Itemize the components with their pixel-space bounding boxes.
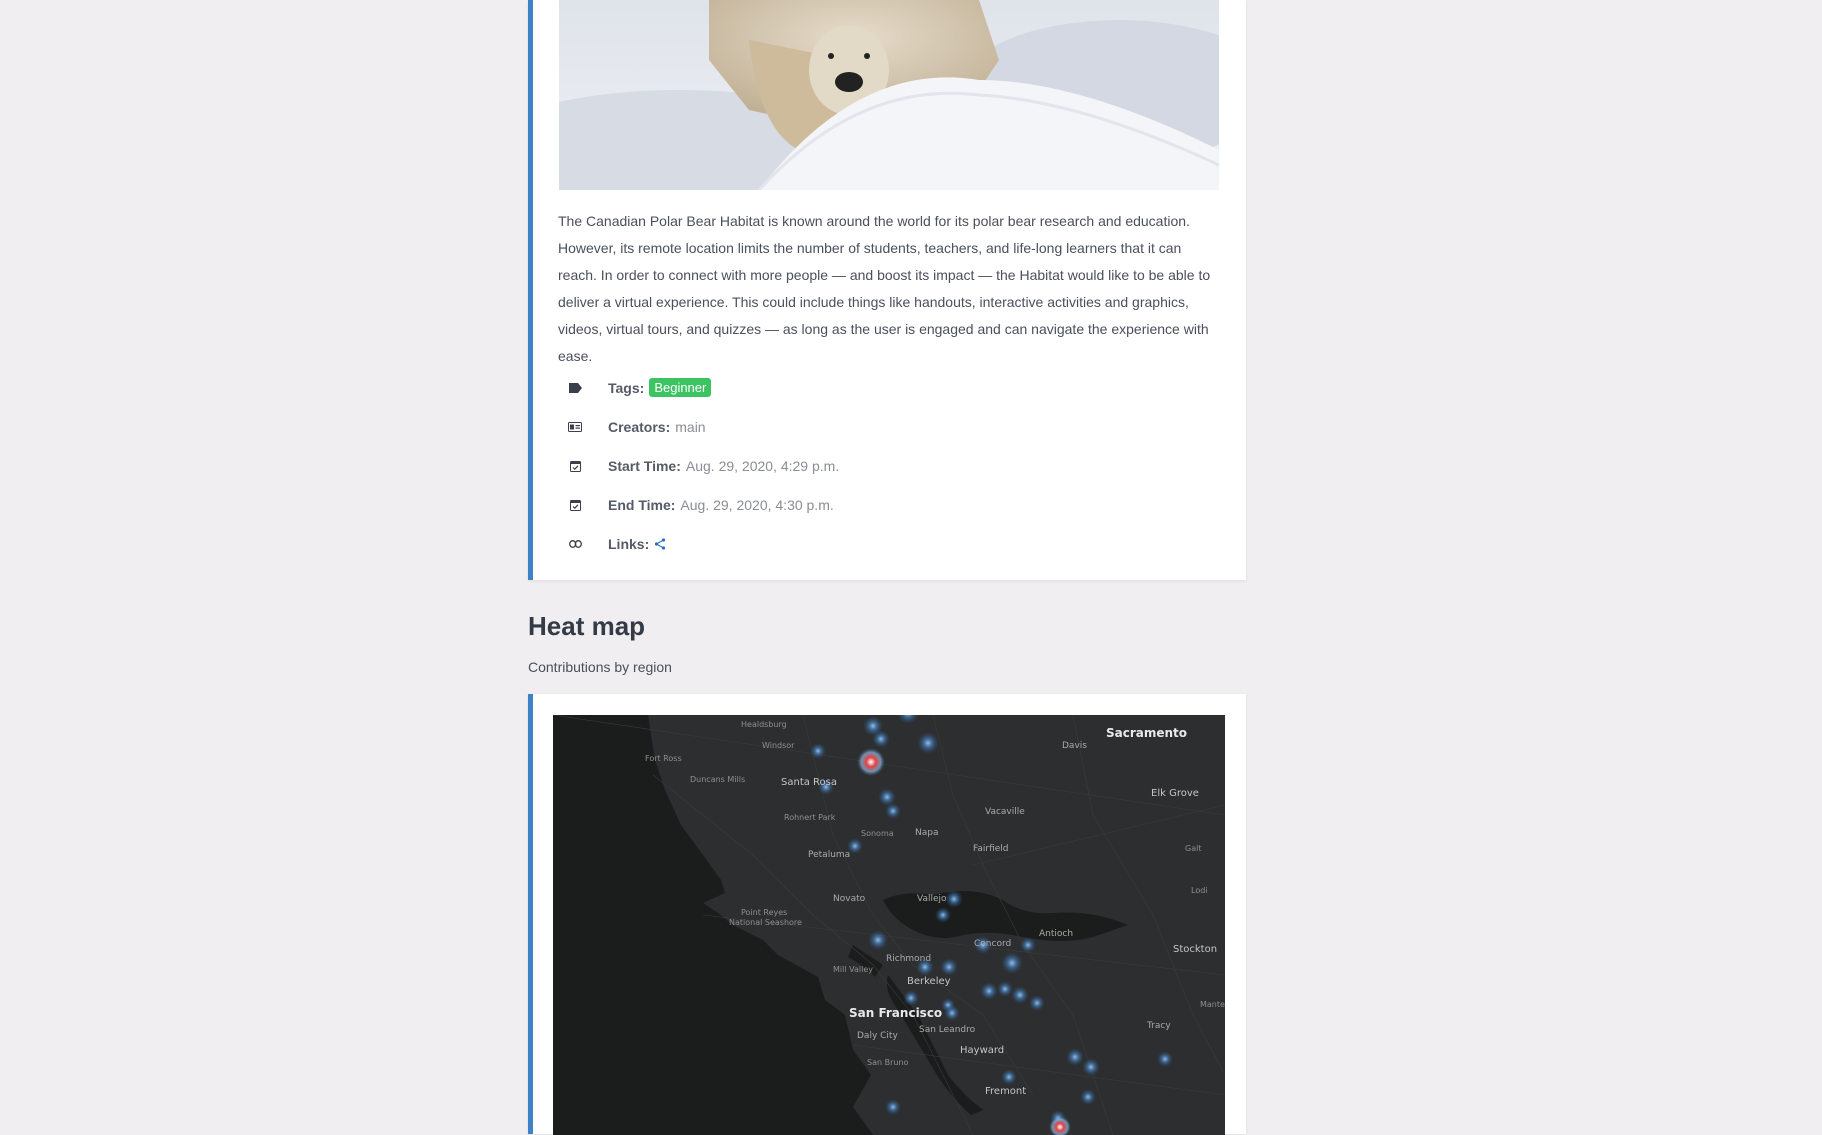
map-label-windsor: Windsor: [762, 741, 795, 750]
map-label-healdsburg: Healdsburg: [741, 720, 787, 729]
map-label-mill-valley: Mill Valley: [833, 965, 873, 974]
map-label-san-francisco: San Francisco: [849, 1006, 943, 1020]
link-icon: [566, 537, 584, 551]
heatmap-map[interactable]: Healdsburg Windsor Fort Ross Duncans Mil…: [553, 715, 1225, 1135]
heatmap-subtitle: Contributions by region: [528, 659, 672, 675]
heatmap-title: Heat map: [528, 611, 646, 641]
start-time-label: Start Time:: [608, 457, 681, 474]
id-card-icon: [566, 420, 584, 434]
map-label-hayward: Hayward: [960, 1045, 1005, 1056]
calendar-check-icon: [566, 459, 584, 473]
meta-start-time: Start Time: Aug. 29, 2020, 4:29 p.m.: [566, 446, 839, 485]
end-time-label: End Time:: [608, 496, 676, 513]
map-label-sacramento: Sacramento: [1106, 726, 1188, 740]
map-label-sonoma: Sonoma: [861, 829, 894, 838]
map-label-tracy: Tracy: [1147, 1021, 1171, 1031]
map-label-antioch: Antioch: [1039, 929, 1074, 939]
tag-icon: [566, 381, 584, 395]
share-icon[interactable]: [654, 537, 666, 550]
map-label-national-seashore: National Seashore: [729, 918, 802, 927]
creators-label: Creators:: [608, 418, 671, 435]
event-description: The Canadian Polar Bear Habitat is known…: [558, 213, 1211, 364]
meta-creators: Creators: main: [566, 407, 839, 446]
meta-tags: Tags: Beginner: [566, 368, 839, 407]
polar-bear-photo: [559, 0, 1219, 190]
creators-value: main: [675, 418, 706, 435]
start-time-value: Aug. 29, 2020, 4:29 p.m.: [685, 457, 840, 474]
map-label-richmond: Richmond: [886, 954, 932, 964]
meta-links: Links:: [566, 524, 839, 563]
map-label-galt: Galt: [1185, 844, 1202, 853]
map-label-napa: Napa: [915, 828, 939, 838]
map-label-elk-grove: Elk Grove: [1151, 788, 1199, 799]
map-label-fremont: Fremont: [985, 1086, 1027, 1097]
calendar-check-icon: [566, 498, 584, 512]
heatmap-card: Healdsburg Windsor Fort Ross Duncans Mil…: [528, 694, 1246, 1135]
map-label-concord: Concord: [974, 939, 1012, 949]
map-label-berkeley: Berkeley: [907, 976, 951, 987]
map-label-lodi: Lodi: [1191, 886, 1208, 895]
map-label-manteca: Mante: [1200, 1000, 1225, 1009]
map-label-fairfield: Fairfield: [973, 844, 1009, 854]
map-label-duncans-mills: Duncans Mills: [690, 775, 746, 784]
map-label-stockton: Stockton: [1173, 944, 1218, 955]
map-label-point-reyes: Point Reyes: [741, 908, 788, 917]
map-label-fort-ross: Fort Ross: [645, 754, 682, 763]
map-label-petaluma: Petaluma: [808, 850, 851, 860]
tag-badge-beginner[interactable]: Beginner: [649, 378, 712, 397]
end-time-value: Aug. 29, 2020, 4:30 p.m.: [680, 496, 834, 513]
event-meta-list: Tags: Beginner Creators: main Start Time…: [566, 368, 839, 563]
map-label-daly-city: Daly City: [857, 1031, 898, 1041]
map-label-rohnert-park: Rohnert Park: [784, 813, 836, 822]
links-label: Links:: [608, 535, 650, 552]
map-label-san-bruno: San Bruno: [867, 1058, 909, 1067]
map-label-vallejo: Vallejo: [917, 894, 947, 904]
event-card: The Canadian Polar Bear Habitat is known…: [528, 0, 1246, 580]
meta-end-time: End Time: Aug. 29, 2020, 4:30 p.m.: [566, 485, 839, 524]
map-label-santa-rosa: Santa Rosa: [781, 777, 837, 788]
map-label-vacaville: Vacaville: [985, 807, 1025, 817]
map-label-davis: Davis: [1062, 741, 1087, 751]
map-label-san-leandro: San Leandro: [919, 1025, 976, 1035]
map-label-novato: Novato: [833, 894, 866, 904]
tags-label: Tags:: [608, 379, 645, 396]
